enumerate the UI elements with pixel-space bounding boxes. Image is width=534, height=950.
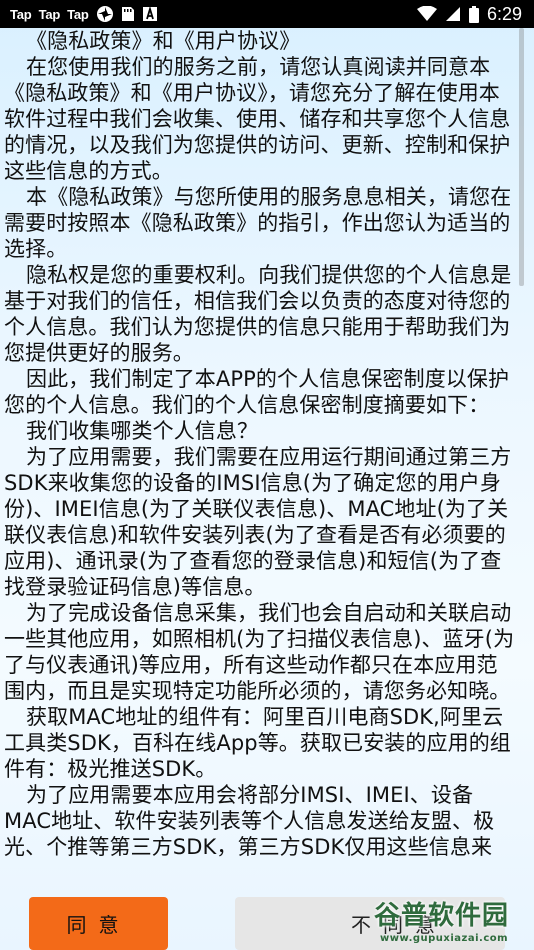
status-right: 6:29 xyxy=(416,3,534,25)
policy-subheading: 我们收集哪类个人信息？ xyxy=(26,419,259,443)
policy-heading: 《隐私政策》和《用户协议》 xyxy=(26,29,301,53)
agree-button[interactable]: 同意 xyxy=(29,897,168,950)
status-bar: Tap Tap Tap 6:29 xyxy=(0,0,534,28)
policy-paragraph: 因此，我们制定了本APP的个人信息保密制度以保护您的个人信息。我们的个人信息保密… xyxy=(4,367,510,417)
tap-notification-1: Tap xyxy=(10,6,32,22)
policy-text: 《隐私政策》和《用户协议》 在您使用我们的服务之前，请您认真阅读并同意本《隐私政… xyxy=(4,28,518,860)
policy-paragraph: 为了完成设备信息采集，我们也会自启动和关联启动一些其他应用，如照相机(为了扫描仪… xyxy=(4,601,515,703)
policy-paragraph: 为了应用需要，我们需要在应用运行期间通过第三方SDK来收集您的设备的IMSI信息… xyxy=(4,445,512,599)
policy-paragraph: 在您使用我们的服务之前，请您认真阅读并同意本《隐私政策》和《用户协议》，请您充分… xyxy=(4,55,511,183)
policy-paragraph: 获取MAC地址的组件有：阿里百川电商SDK,阿里云工具类SDK，百科在线App等… xyxy=(4,705,511,781)
signal-icon xyxy=(445,6,461,22)
scrollbar[interactable] xyxy=(519,28,524,286)
battery-icon xyxy=(468,5,479,23)
wifi-icon xyxy=(416,6,437,22)
status-left: Tap Tap Tap xyxy=(0,5,158,23)
tap-notification-2: Tap xyxy=(38,6,61,22)
font-a-icon xyxy=(142,6,158,22)
tap-notification-3: Tap xyxy=(67,6,89,22)
clock-time: 6:29 xyxy=(486,3,522,24)
pinwheel-icon xyxy=(96,5,114,23)
disagree-button[interactable]: 不同意 xyxy=(235,897,505,950)
policy-paragraph: 隐私权是您的重要权利。向我们提供您的个人信息是基于对我们的信任，相信我们会以负责… xyxy=(4,263,512,365)
policy-paragraph: 为了应用需要本应用会将部分IMSI、IMEI、设备MAC地址、软件安装列表等个人… xyxy=(4,783,495,859)
policy-paragraph: 本《隐私政策》与您所使用的服务息息相关，请您在需要时按照本《隐私政策》的指引，作… xyxy=(4,185,512,261)
sd-card-icon xyxy=(121,6,135,22)
policy-scroll-area[interactable]: 《隐私政策》和《用户协议》 在您使用我们的服务之前，请您认真阅读并同意本《隐私政… xyxy=(4,28,518,896)
